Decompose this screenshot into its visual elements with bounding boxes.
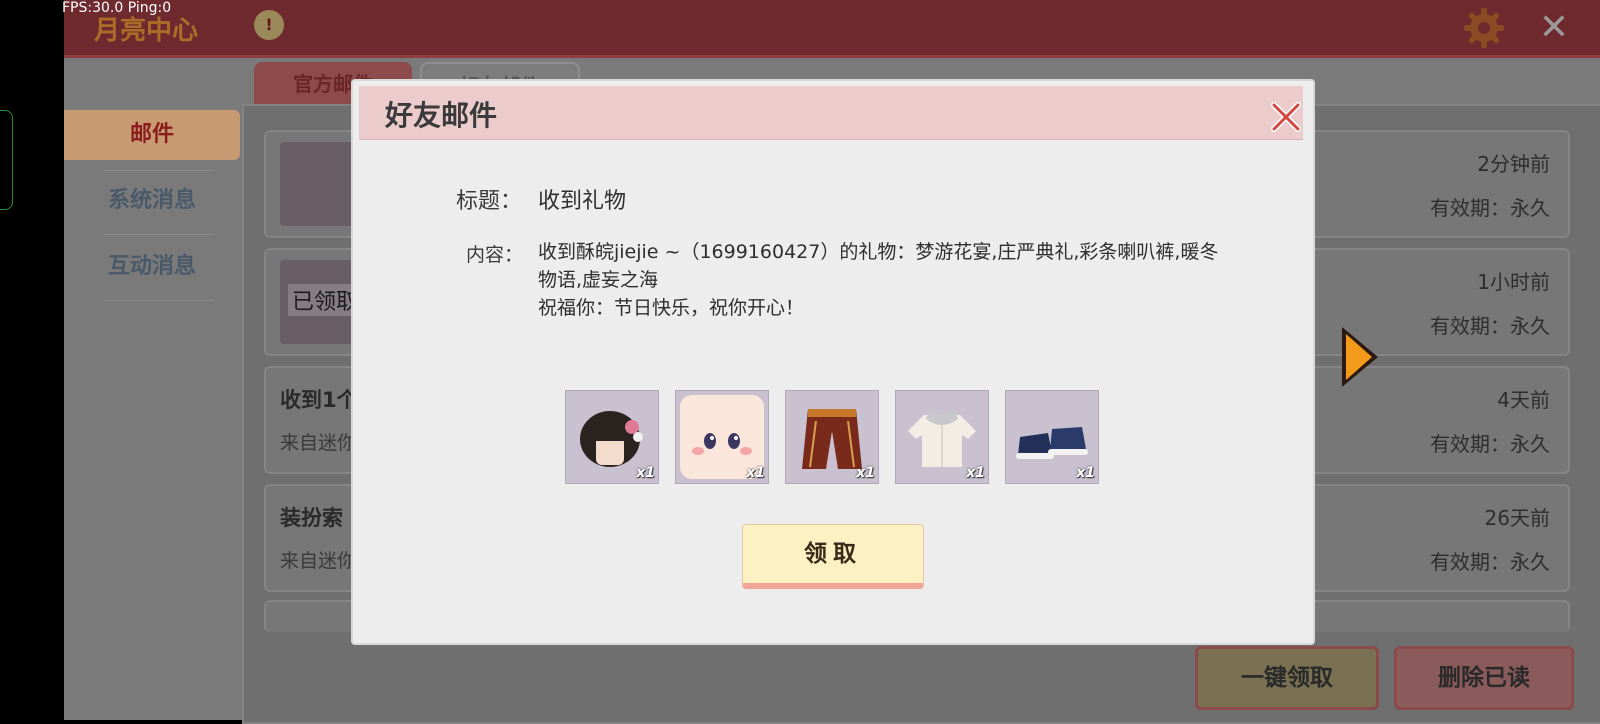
content-gift-text: 收到酥皖jiejie ~（1699160427）的礼物：梦游花宴,庄严典礼,彩条… xyxy=(538,241,1219,291)
item-quantity: x1 xyxy=(856,465,875,481)
item-quantity: x1 xyxy=(746,465,765,481)
item-quantity: x1 xyxy=(636,465,655,481)
divider xyxy=(104,234,214,235)
mail-time: 1小时前 xyxy=(1477,270,1550,294)
mail-expiry: 有效期：永久 xyxy=(1430,314,1550,338)
divider xyxy=(104,170,214,171)
mail-time: 4天前 xyxy=(1497,388,1550,412)
mail-expiry: 有效期：永久 xyxy=(1430,196,1550,220)
dialog-title: 好友邮件 xyxy=(385,99,498,132)
content-body: 收到酥皖jiejie ~（1699160427）的礼物：梦游花宴,庄严典礼,彩条… xyxy=(538,238,1228,322)
sidebar: 邮件 系统消息 互动消息 xyxy=(64,58,240,720)
mail-title: 装扮索 xyxy=(280,506,343,530)
sidebar-item-interaction-messages[interactable]: 互动消息 xyxy=(64,242,240,292)
item-quantity: x1 xyxy=(966,465,985,481)
content-label: 内容： xyxy=(466,244,524,266)
sidebar-item-system-messages[interactable]: 系统消息 xyxy=(64,176,240,226)
mail-time: 2分钟前 xyxy=(1477,152,1550,176)
fps-readout: FPS:30.0 Ping:0 xyxy=(62,0,172,16)
mail-sender: 来自迷你 xyxy=(280,432,357,454)
alert-badge-icon: ! xyxy=(254,10,284,40)
mail-expiry: 有效期：永久 xyxy=(1430,550,1550,574)
gear-icon[interactable] xyxy=(1462,6,1506,50)
mail-time: 26天前 xyxy=(1484,506,1550,530)
gift-item-slot[interactable]: x1 xyxy=(565,390,659,484)
claim-all-button[interactable]: 一键领取 xyxy=(1195,646,1379,710)
close-icon[interactable] xyxy=(1269,100,1303,134)
gift-item-slot[interactable]: x1 xyxy=(675,390,769,484)
friend-mail-dialog: 好友邮件 标题： 收到礼物 内容： 收到酥皖jiejie ~（169916042… xyxy=(351,79,1315,645)
mail-sender: 来自迷你 xyxy=(280,550,357,572)
subject-value: 收到礼物 xyxy=(538,189,627,214)
delete-read-button[interactable]: 删除已读 xyxy=(1394,646,1574,710)
divider xyxy=(104,300,214,301)
side-gesture-bar xyxy=(0,110,13,210)
sidebar-item-mail[interactable]: 邮件 xyxy=(64,110,240,160)
item-quantity: x1 xyxy=(1076,465,1095,481)
left-device-strip xyxy=(0,0,64,720)
gift-item-slot[interactable]: x1 xyxy=(1005,390,1099,484)
next-arrow-icon[interactable] xyxy=(1340,325,1380,389)
gift-item-slot[interactable]: x1 xyxy=(785,390,879,484)
gift-item-slot[interactable]: x1 xyxy=(895,390,989,484)
close-icon[interactable]: ✕ xyxy=(1532,6,1576,50)
mail-title: 收到1个 xyxy=(280,388,358,412)
claim-button[interactable]: 领取 xyxy=(742,524,924,589)
top-bar: 月亮中心 ! ✕ xyxy=(64,0,1600,58)
dialog-header: 好友邮件 xyxy=(359,86,1303,140)
content-greeting-text: 祝福你：节日快乐，祝你开心！ xyxy=(538,297,805,319)
mail-expiry: 有效期：永久 xyxy=(1430,432,1550,456)
mail-thumbnail xyxy=(280,142,360,226)
subject-label: 标题： xyxy=(456,189,523,214)
